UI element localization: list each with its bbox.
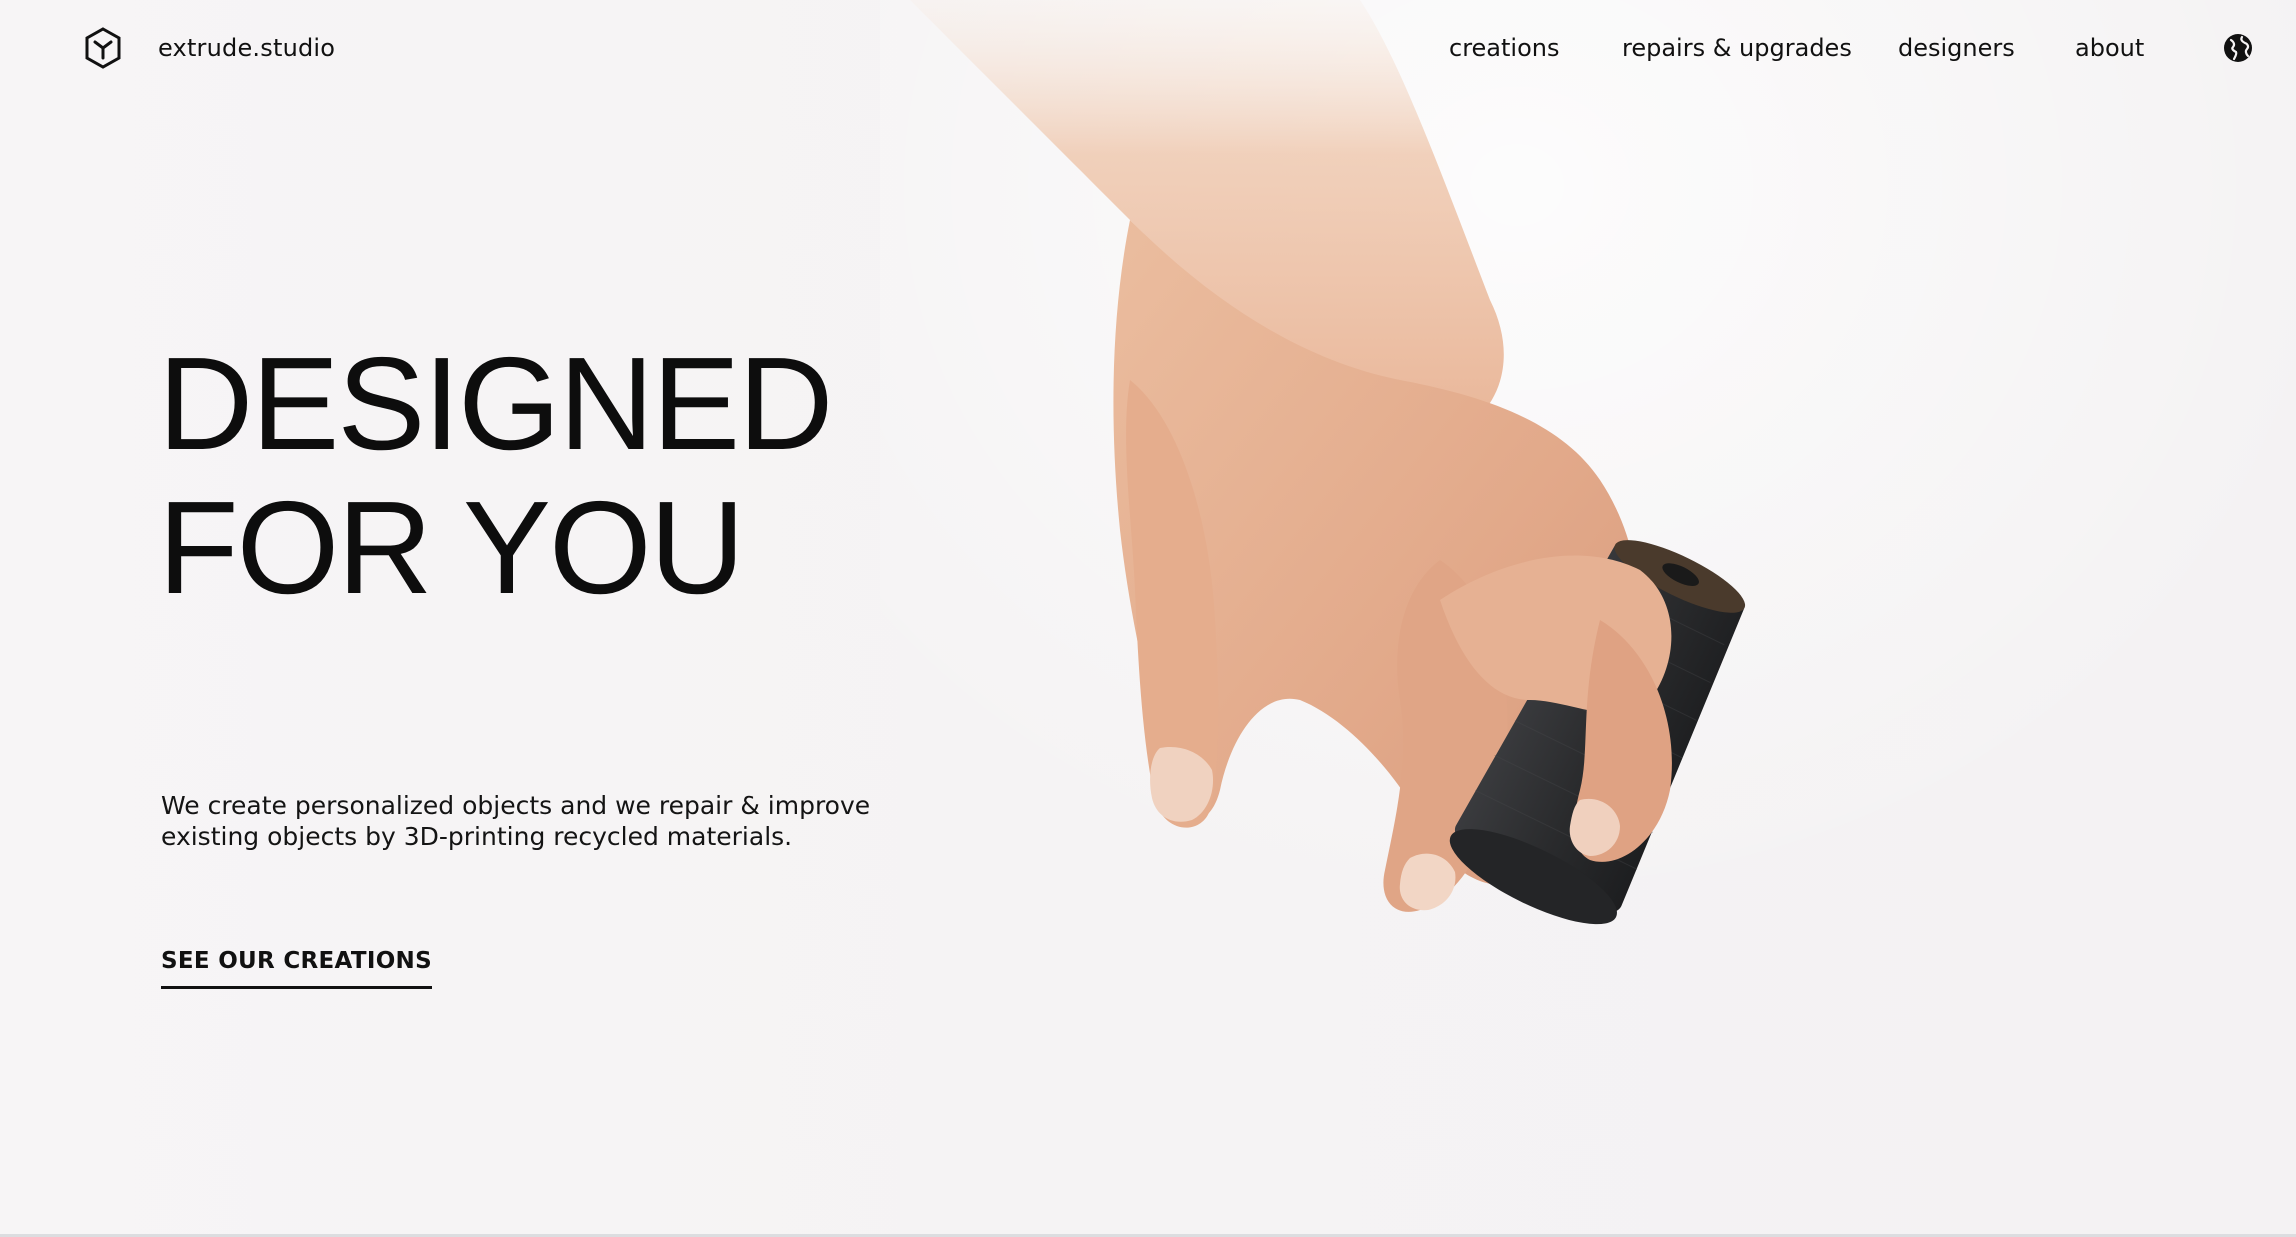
nav-repairs-upgrades[interactable]: repairs & upgrades — [1622, 34, 1852, 62]
hero-title-line-2: FOR YOU — [158, 474, 745, 621]
hexagon-logo-icon[interactable] — [84, 27, 122, 69]
hand-holding-object-image — [880, 0, 2296, 1234]
nav-about[interactable]: about — [2075, 34, 2144, 62]
nav-designers[interactable]: designers — [1898, 34, 2015, 62]
hero-title: DESIGNED FOR YOU — [158, 330, 833, 621]
page: extrude.studio creations repairs & upgra… — [0, 0, 2296, 1237]
site-header: extrude.studio creations repairs & upgra… — [0, 0, 2296, 100]
brand-name[interactable]: extrude.studio — [158, 34, 335, 62]
hero-description: We create personalized objects and we re… — [161, 790, 881, 852]
hero-description-line-2: existing objects by 3D-printing recycled… — [161, 822, 793, 851]
hero-description-line-1: We create personalized objects and we re… — [161, 791, 871, 820]
hero-title-line-1: DESIGNED — [158, 330, 833, 477]
see-creations-link[interactable]: SEE OUR CREATIONS — [161, 948, 432, 989]
nav-creations[interactable]: creations — [1449, 34, 1559, 62]
globe-icon[interactable] — [2222, 32, 2254, 64]
